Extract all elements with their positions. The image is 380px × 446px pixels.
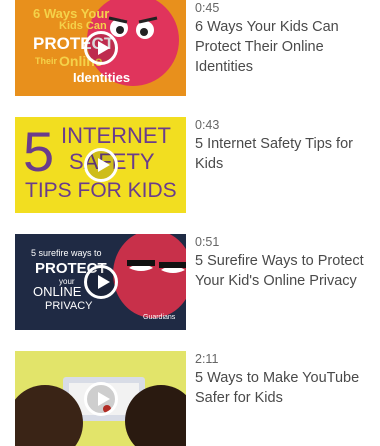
video-duration: 0:51 bbox=[195, 235, 220, 249]
video-meta: 2:11 5 Ways to Make YouTube Safer for Ki… bbox=[195, 352, 375, 408]
play-icon[interactable] bbox=[83, 31, 118, 65]
video-list: 6 Ways Your Kids Can PROTECT Their Onlin… bbox=[0, 0, 380, 446]
video-thumbnail[interactable]: 5 surefire ways to PROTECT your ONLINE P… bbox=[15, 234, 186, 330]
thumbnail-text: TIPS FOR KIDS bbox=[25, 179, 177, 202]
thumbnail-text: PRIVACY bbox=[45, 300, 93, 312]
video-duration: 0:45 bbox=[195, 1, 220, 15]
thumbnail-text: 5 surefire ways to bbox=[31, 248, 102, 258]
video-meta: 0:43 5 Internet Safety Tips for Kids bbox=[195, 118, 375, 174]
thumbnail-text: ONLINE bbox=[33, 284, 82, 299]
video-meta: 0:51 5 Surefire Ways to Protect Your Kid… bbox=[195, 235, 375, 291]
thumbnail-text: 5 bbox=[23, 120, 55, 183]
play-icon[interactable] bbox=[83, 265, 118, 299]
video-thumbnail[interactable] bbox=[15, 351, 186, 446]
video-title[interactable]: 5 Ways to Make YouTube Safer for Kids bbox=[195, 368, 375, 408]
thumbnail-text: Identities bbox=[73, 70, 131, 85]
brand-logo: Guardians bbox=[143, 314, 176, 321]
video-title[interactable]: 5 Internet Safety Tips for Kids bbox=[195, 134, 375, 174]
video-item[interactable]: 5 INTERNET SAFETY TIPS FOR KIDS 0:43 5 I… bbox=[0, 117, 380, 215]
video-item[interactable]: 2:11 5 Ways to Make YouTube Safer for Ki… bbox=[0, 351, 380, 446]
play-icon[interactable] bbox=[83, 148, 118, 182]
thumbnail-text: Their bbox=[35, 56, 58, 66]
video-title[interactable]: 5 Surefire Ways to Protect Your Kid's On… bbox=[195, 251, 375, 291]
video-thumbnail[interactable]: 5 INTERNET SAFETY TIPS FOR KIDS bbox=[15, 117, 186, 213]
video-meta: 0:45 6 Ways Your Kids Can Protect Their … bbox=[195, 1, 375, 77]
video-title[interactable]: 6 Ways Your Kids Can Protect Their Onlin… bbox=[195, 17, 375, 77]
play-icon[interactable] bbox=[83, 382, 118, 416]
video-thumbnail[interactable]: 6 Ways Your Kids Can PROTECT Their Onlin… bbox=[15, 0, 186, 96]
video-item[interactable]: 5 surefire ways to PROTECT your ONLINE P… bbox=[0, 234, 380, 332]
thumbnail-text: INTERNET bbox=[61, 123, 171, 148]
video-duration: 2:11 bbox=[195, 352, 219, 366]
thumbnail-text: 6 Ways Your bbox=[33, 6, 110, 21]
video-duration: 0:43 bbox=[195, 118, 220, 132]
video-item[interactable]: 6 Ways Your Kids Can PROTECT Their Onlin… bbox=[0, 0, 380, 98]
